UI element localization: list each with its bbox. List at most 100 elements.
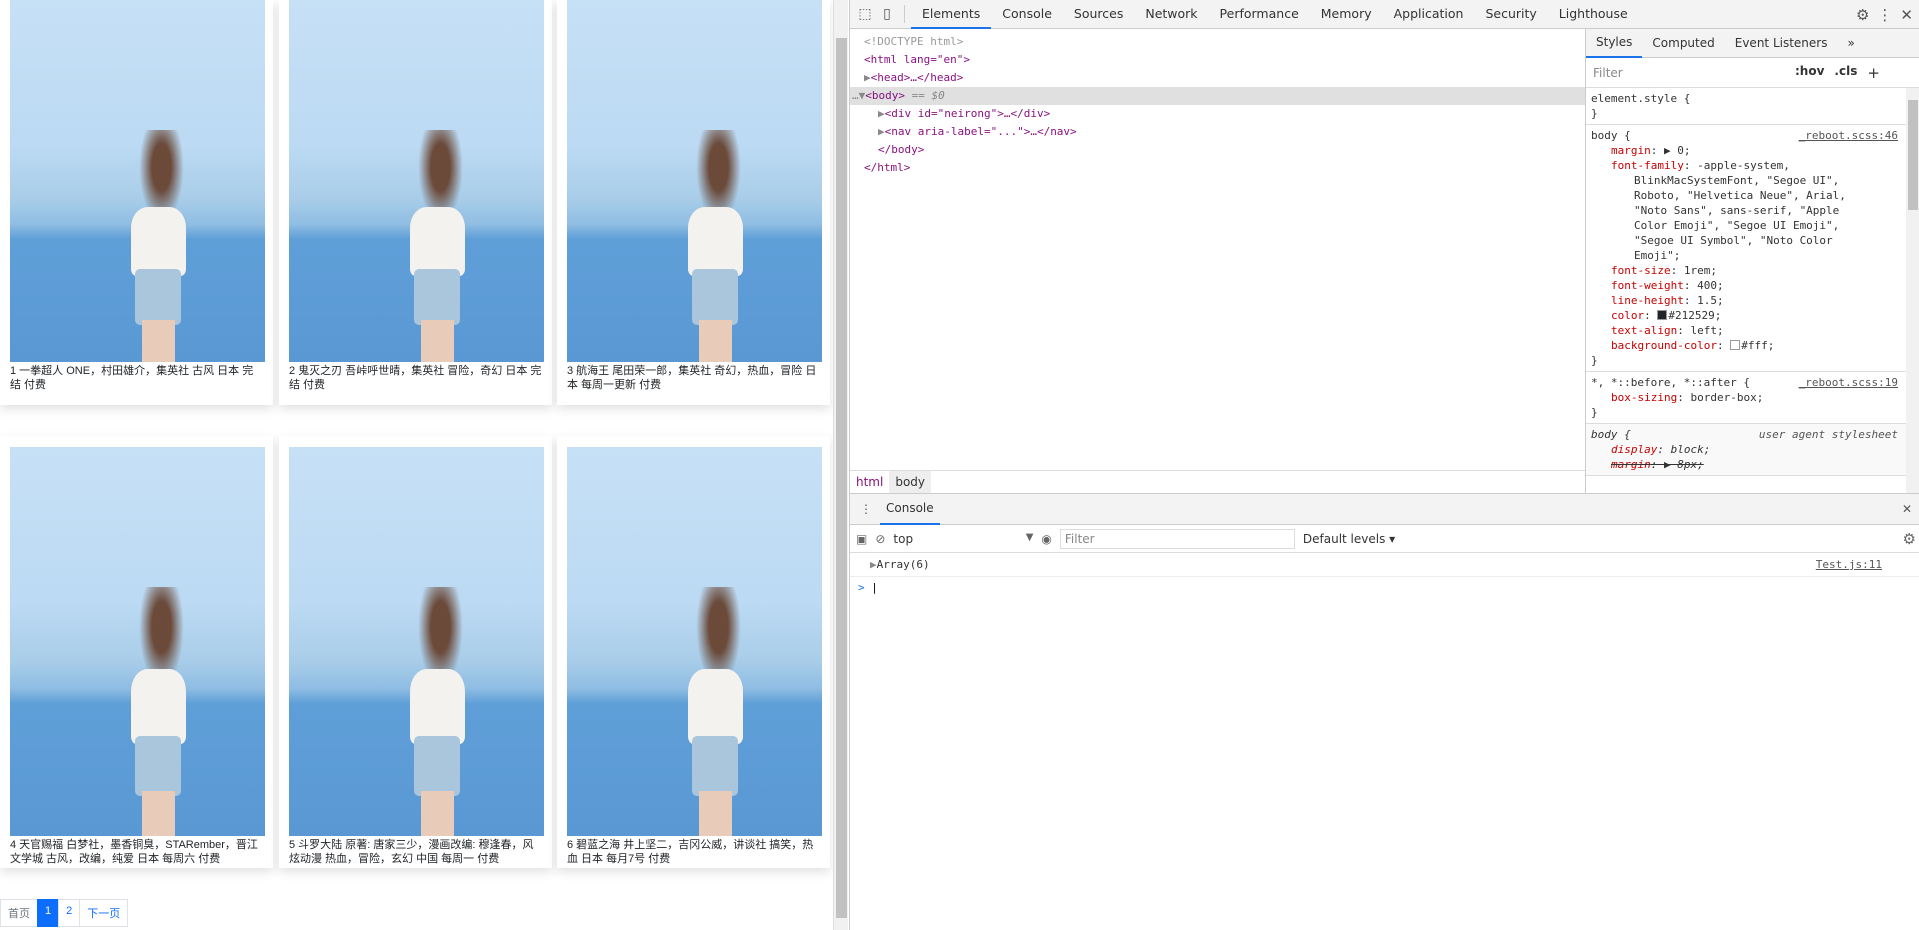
prop-value[interactable]: border-box;: [1690, 391, 1763, 404]
log-levels-dropdown[interactable]: Default levels ▾: [1303, 532, 1395, 546]
prop-name[interactable]: margin: [1611, 144, 1651, 157]
devtools-tab-memory[interactable]: Memory: [1310, 0, 1383, 29]
pagination-first[interactable]: 首页: [0, 899, 38, 927]
prop-name[interactable]: line-height: [1611, 294, 1684, 307]
prop-value[interactable]: "Segoe UI Symbol", "Noto Color: [1634, 234, 1833, 247]
style-property[interactable]: text-align: left;: [1591, 323, 1900, 338]
sidebar-toggle-icon[interactable]: ▣: [856, 532, 867, 546]
prop-name[interactable]: font-family: [1611, 159, 1684, 172]
style-property[interactable]: margin: ▶ 0;: [1591, 143, 1900, 158]
card-image[interactable]: [289, 0, 544, 362]
prop-name[interactable]: background-color: [1611, 339, 1717, 352]
console-prompt[interactable]: > |: [850, 577, 1919, 599]
dom-body-selected[interactable]: …▼<body> == $0: [850, 87, 1585, 105]
card-image[interactable]: [10, 0, 265, 362]
prop-value[interactable]: -apple-system,: [1697, 159, 1790, 172]
styles-tab[interactable]: Computed: [1642, 30, 1724, 57]
scrollbar-thumb[interactable]: [836, 38, 847, 918]
dom-div-neirong[interactable]: ▶<div id="neirong">…</div>: [850, 105, 1585, 123]
styles-tab[interactable]: »: [1837, 30, 1864, 57]
color-swatch[interactable]: [1657, 310, 1668, 320]
prop-value[interactable]: ▶ 8px;: [1664, 458, 1704, 471]
prop-value[interactable]: ▶ 0;: [1664, 144, 1691, 157]
console-filter-input[interactable]: Filter: [1059, 528, 1295, 549]
console-message[interactable]: ▶Array(6) Test.js:11: [850, 553, 1919, 577]
scrollbar-thumb[interactable]: [1908, 100, 1918, 210]
clear-console-icon[interactable]: ⊘: [875, 532, 885, 546]
devtools-tab-console[interactable]: Console: [991, 0, 1063, 29]
styles-scrollbar[interactable]: [1906, 88, 1919, 493]
prop-name[interactable]: margin: [1611, 458, 1651, 471]
style-property[interactable]: color: #212529;: [1591, 308, 1900, 323]
card-image[interactable]: [10, 447, 265, 836]
drawer-tab-console[interactable]: Console: [880, 494, 940, 525]
prop-value[interactable]: 1.5;: [1697, 294, 1724, 307]
live-expression-eye-icon[interactable]: ◉: [1041, 532, 1051, 546]
pagination-page-2[interactable]: 2: [58, 899, 81, 927]
devtools-tab-performance[interactable]: Performance: [1209, 0, 1310, 29]
style-property[interactable]: BlinkMacSystemFont, "Segoe UI",: [1591, 173, 1900, 188]
styles-tab[interactable]: Styles: [1586, 29, 1643, 58]
styles-tab[interactable]: Event Listeners: [1725, 30, 1838, 57]
close-drawer-icon[interactable]: ✕: [1902, 502, 1912, 516]
prop-value[interactable]: #fff;: [1741, 339, 1774, 352]
prop-value[interactable]: 1rem;: [1684, 264, 1717, 277]
page-scrollbar[interactable]: [833, 0, 848, 930]
devtools-tab-elements[interactable]: Elements: [911, 0, 992, 29]
settings-gear-icon[interactable]: ⚙: [1856, 6, 1869, 24]
style-property[interactable]: background-color: #fff;: [1591, 338, 1900, 353]
comic-card[interactable]: 3 航海王 尾田荣一郎，集英社 奇幻，热血，冒险 日本 每周一更新 付费: [557, 0, 830, 405]
card-image[interactable]: [567, 0, 822, 362]
expand-arrow-icon[interactable]: ▶: [870, 558, 877, 571]
style-property[interactable]: font-family: -apple-system,: [1591, 158, 1900, 173]
message-text[interactable]: Array(6): [877, 558, 930, 571]
prop-value[interactable]: block;: [1671, 443, 1711, 456]
comic-card[interactable]: 4 天官赐福 白梦社，墨香铜臭，STARember，晋江文学城 古风，改编，纯爱…: [0, 436, 273, 868]
prop-value[interactable]: Roboto, "Helvetica Neue", Arial,: [1634, 189, 1846, 202]
context-selector[interactable]: top ▼: [893, 532, 1033, 546]
devtools-tab-network[interactable]: Network: [1134, 0, 1208, 29]
devtools-tab-sources[interactable]: Sources: [1063, 0, 1134, 29]
more-menu-icon[interactable]: ⋮: [1877, 6, 1892, 24]
rule-source-link[interactable]: _reboot.scss:19: [1799, 375, 1898, 390]
comic-card[interactable]: 5 斗罗大陆 原著: 唐家三少，漫画改编: 穆逢春，风炫动漫 热血，冒险，玄幻 …: [279, 436, 552, 868]
style-property[interactable]: font-size: 1rem;: [1591, 263, 1900, 278]
prop-name[interactable]: text-align: [1611, 324, 1677, 337]
dom-html-open[interactable]: <html lang="en">: [850, 51, 1585, 69]
style-property[interactable]: font-weight: 400;: [1591, 278, 1900, 293]
prop-name[interactable]: font-size: [1611, 264, 1671, 277]
comic-card[interactable]: 1 一拳超人 ONE，村田雄介，集英社 古风 日本 完结 付费: [0, 0, 273, 405]
card-image[interactable]: [289, 447, 544, 836]
rule-source-link[interactable]: _reboot.scss:46: [1799, 128, 1898, 143]
pagination-next[interactable]: 下一页: [79, 899, 129, 927]
devtools-tab-lighthouse[interactable]: Lighthouse: [1548, 0, 1639, 29]
comic-card[interactable]: 2 鬼灭之刃 吾峠呼世晴，集英社 冒险，奇幻 日本 完结 付费: [279, 0, 552, 405]
new-rule-button[interactable]: +: [1867, 64, 1880, 82]
prop-name[interactable]: color: [1611, 309, 1644, 322]
prop-value[interactable]: 400;: [1697, 279, 1724, 292]
console-settings-gear-icon[interactable]: ⚙: [1903, 530, 1916, 548]
prop-value[interactable]: Color Emoji", "Segoe UI Emoji",: [1634, 219, 1839, 232]
prop-value[interactable]: Emoji";: [1634, 249, 1680, 262]
style-property[interactable]: Emoji";: [1591, 248, 1900, 263]
devtools-tab-security[interactable]: Security: [1474, 0, 1547, 29]
inspect-element-icon[interactable]: ⬚: [854, 3, 876, 25]
prop-value[interactable]: BlinkMacSystemFont, "Segoe UI",: [1634, 174, 1839, 187]
prop-name[interactable]: box-sizing: [1611, 391, 1677, 404]
card-image[interactable]: [567, 447, 822, 836]
prop-value[interactable]: left;: [1690, 324, 1723, 337]
drawer-menu-icon[interactable]: ⋮: [860, 502, 872, 516]
message-source-link[interactable]: Test.js:11: [1816, 553, 1882, 577]
prop-name[interactable]: font-weight: [1611, 279, 1684, 292]
breadcrumb-html[interactable]: html: [850, 471, 889, 493]
style-property[interactable]: Color Emoji", "Segoe UI Emoji",: [1591, 218, 1900, 233]
devtools-tab-application[interactable]: Application: [1383, 0, 1475, 29]
styles-filter-input[interactable]: Filter: [1590, 61, 1785, 84]
color-swatch[interactable]: [1730, 340, 1741, 350]
dom-head[interactable]: ▶<head>…</head>: [850, 69, 1585, 87]
pagination-page-1[interactable]: 1: [37, 899, 60, 927]
style-property[interactable]: line-height: 1.5;: [1591, 293, 1900, 308]
style-property[interactable]: "Noto Sans", sans-serif, "Apple: [1591, 203, 1900, 218]
device-toolbar-icon[interactable]: ▯: [876, 3, 898, 25]
prop-value[interactable]: "Noto Sans", sans-serif, "Apple: [1634, 204, 1839, 217]
